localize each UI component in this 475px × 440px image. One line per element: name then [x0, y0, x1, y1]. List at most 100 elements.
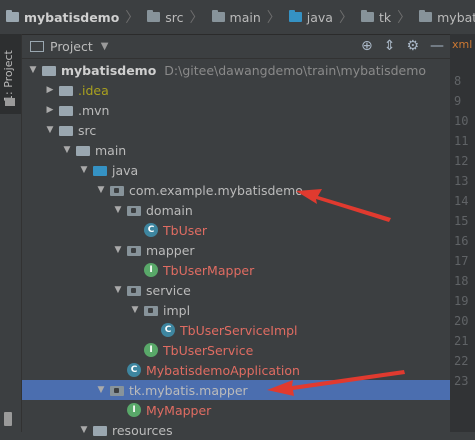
tree-item-label: TbUserService: [163, 342, 254, 358]
expand-arrow-down-icon[interactable]: ▼: [128, 305, 142, 315]
breadcrumb-separator-icon: 〉: [397, 10, 412, 26]
package-icon: [127, 286, 141, 296]
folder-icon: [211, 10, 225, 22]
tree-row[interactable]: ▶ .idea: [22, 80, 450, 100]
tree-row[interactable]: ▼ service: [22, 280, 450, 300]
expand-arrow-down-icon[interactable]: ▼: [94, 385, 108, 395]
line-number: 14: [454, 194, 469, 208]
tree-row[interactable]: ▼ src: [22, 120, 450, 140]
breadcrumb-separator-icon: 〉: [266, 10, 281, 26]
tree-item-label: tk.mybatis.mapper: [129, 382, 248, 398]
folder-icon: [93, 426, 107, 436]
tree-row[interactable]: C MybatisdemoApplication: [22, 360, 450, 380]
tree-row[interactable]: ▼ main: [22, 140, 450, 160]
line-number: 9: [454, 94, 462, 108]
line-number: 11: [454, 134, 469, 148]
tree-row[interactable]: ▼ impl: [22, 300, 450, 320]
tree-row[interactable]: ▼ domain: [22, 200, 450, 220]
spring-boot-class-icon: C: [127, 363, 141, 377]
expand-arrow-down-icon[interactable]: ▼: [60, 145, 74, 155]
expand-arrow-down-icon[interactable]: ▼: [77, 165, 91, 175]
minimize-icon[interactable]: —: [430, 38, 444, 54]
line-number: 19: [454, 294, 469, 308]
expand-arrow-down-icon[interactable]: ▼: [94, 185, 108, 195]
breadcrumb-label: src: [165, 9, 184, 25]
locate-icon[interactable]: ⊕: [361, 38, 373, 54]
tree-row[interactable]: ▼ mybatisdemo D:\gitee\dawangdemo\train\my…: [22, 60, 450, 80]
expand-arrow-down-icon[interactable]: ▼: [26, 65, 40, 75]
package-icon: [110, 186, 124, 196]
project-view-title[interactable]: Project: [50, 39, 93, 54]
gear-icon[interactable]: ⚙: [406, 38, 419, 54]
tree-item-label: java: [112, 162, 139, 178]
tree-item-label: main: [95, 142, 127, 158]
breadcrumb-item[interactable]: mybatisdemo 〉: [0, 0, 141, 34]
breadcrumb-separator-icon: 〉: [338, 10, 353, 26]
breadcrumb-item[interactable]: mybatis〉: [413, 0, 475, 34]
tree-row[interactable]: ▼ mapper: [22, 240, 450, 260]
tree-row[interactable]: ▶ .mvn: [22, 100, 450, 120]
folder-icon: [360, 10, 374, 22]
package-icon: [127, 246, 141, 256]
structure-icon[interactable]: [4, 412, 12, 426]
project-path: D:\gitee\dawangdemo\train\mybatisdemo: [164, 62, 427, 78]
breadcrumb-item[interactable]: tk 〉: [355, 0, 413, 34]
tree-item-label: mapper: [146, 242, 195, 258]
expand-arrow-down-icon[interactable]: ▼: [111, 285, 125, 295]
breadcrumb-item[interactable]: src 〉: [141, 0, 205, 34]
line-number: 10: [454, 114, 469, 128]
expand-arrow-down-icon[interactable]: ▼: [111, 245, 125, 255]
folder-icon: [42, 66, 56, 76]
tree-item-label: MybatisdemoApplication: [146, 362, 300, 378]
folder-icon: [5, 98, 15, 106]
breadcrumb-label: mybatis: [437, 9, 475, 25]
breadcrumb-label: java: [306, 9, 333, 25]
tree-row[interactable]: I MyMapper: [22, 400, 450, 420]
expand-arrow-right-icon[interactable]: ▶: [43, 85, 57, 95]
tree-row[interactable]: ▼ resources: [22, 420, 450, 440]
tree-item-label: src: [78, 122, 97, 138]
tree-row[interactable]: C TbUser: [22, 220, 450, 240]
editor-tab-fragment[interactable]: xml: [452, 38, 472, 51]
folder-icon: [147, 10, 161, 22]
tree-item-label: mybatisdemo: [61, 62, 157, 78]
expand-arrow-down-icon[interactable]: ▼: [43, 125, 57, 135]
line-number: 18: [454, 274, 469, 288]
tree-item-label: TbUserMapper: [163, 262, 255, 278]
line-number: 15: [454, 214, 469, 228]
interface-icon: I: [127, 403, 141, 417]
expand-arrow-down-icon[interactable]: ▼: [77, 425, 91, 435]
tree-row[interactable]: ▼ com.example.mybatisdemo: [22, 180, 450, 200]
project-panel-header: Project ▼ ⊕ ⇕ ⚙ —: [22, 34, 450, 59]
tree-item-label: TbUserServiceImpl: [180, 322, 298, 338]
expand-arrow-right-icon[interactable]: ▶: [43, 105, 57, 115]
tree-item-label: .mvn: [78, 102, 110, 118]
folder-icon: [59, 86, 73, 96]
tree-item-label: impl: [163, 302, 191, 318]
collapse-all-icon[interactable]: ⇕: [384, 38, 396, 54]
tree-item-label: resources: [112, 422, 173, 438]
project-tool-tab-label: 1: Project: [2, 50, 15, 102]
folder-icon: [76, 146, 90, 156]
line-number: 22: [454, 354, 469, 368]
line-number: 13: [454, 174, 469, 188]
class-icon: C: [161, 323, 175, 337]
folder-icon: [288, 10, 302, 22]
tool-window-stripe: 1: Project: [0, 34, 22, 432]
tree-row[interactable]: C TbUserServiceImpl: [22, 320, 450, 340]
expand-arrow-down-icon[interactable]: ▼: [111, 205, 125, 215]
breadcrumb-separator-icon: 〉: [125, 10, 140, 26]
tree-row[interactable]: I TbUserMapper: [22, 260, 450, 280]
breadcrumb-label: tk: [378, 9, 392, 25]
breadcrumb-label: main: [229, 9, 261, 25]
breadcrumb-item[interactable]: main 〉: [206, 0, 283, 34]
breadcrumb-item[interactable]: java 〉: [283, 0, 355, 34]
tree-row[interactable]: I TbUserService: [22, 340, 450, 360]
folder-icon: [59, 106, 73, 116]
line-number: 16: [454, 234, 469, 248]
tree-row[interactable]: ▼ java: [22, 160, 450, 180]
tree-item-label: .idea: [78, 82, 109, 98]
tree-row[interactable]: ▼ tk.mybatis.mapper: [22, 380, 450, 400]
chevron-down-icon[interactable]: ▼: [101, 41, 109, 52]
interface-icon: I: [144, 343, 158, 357]
